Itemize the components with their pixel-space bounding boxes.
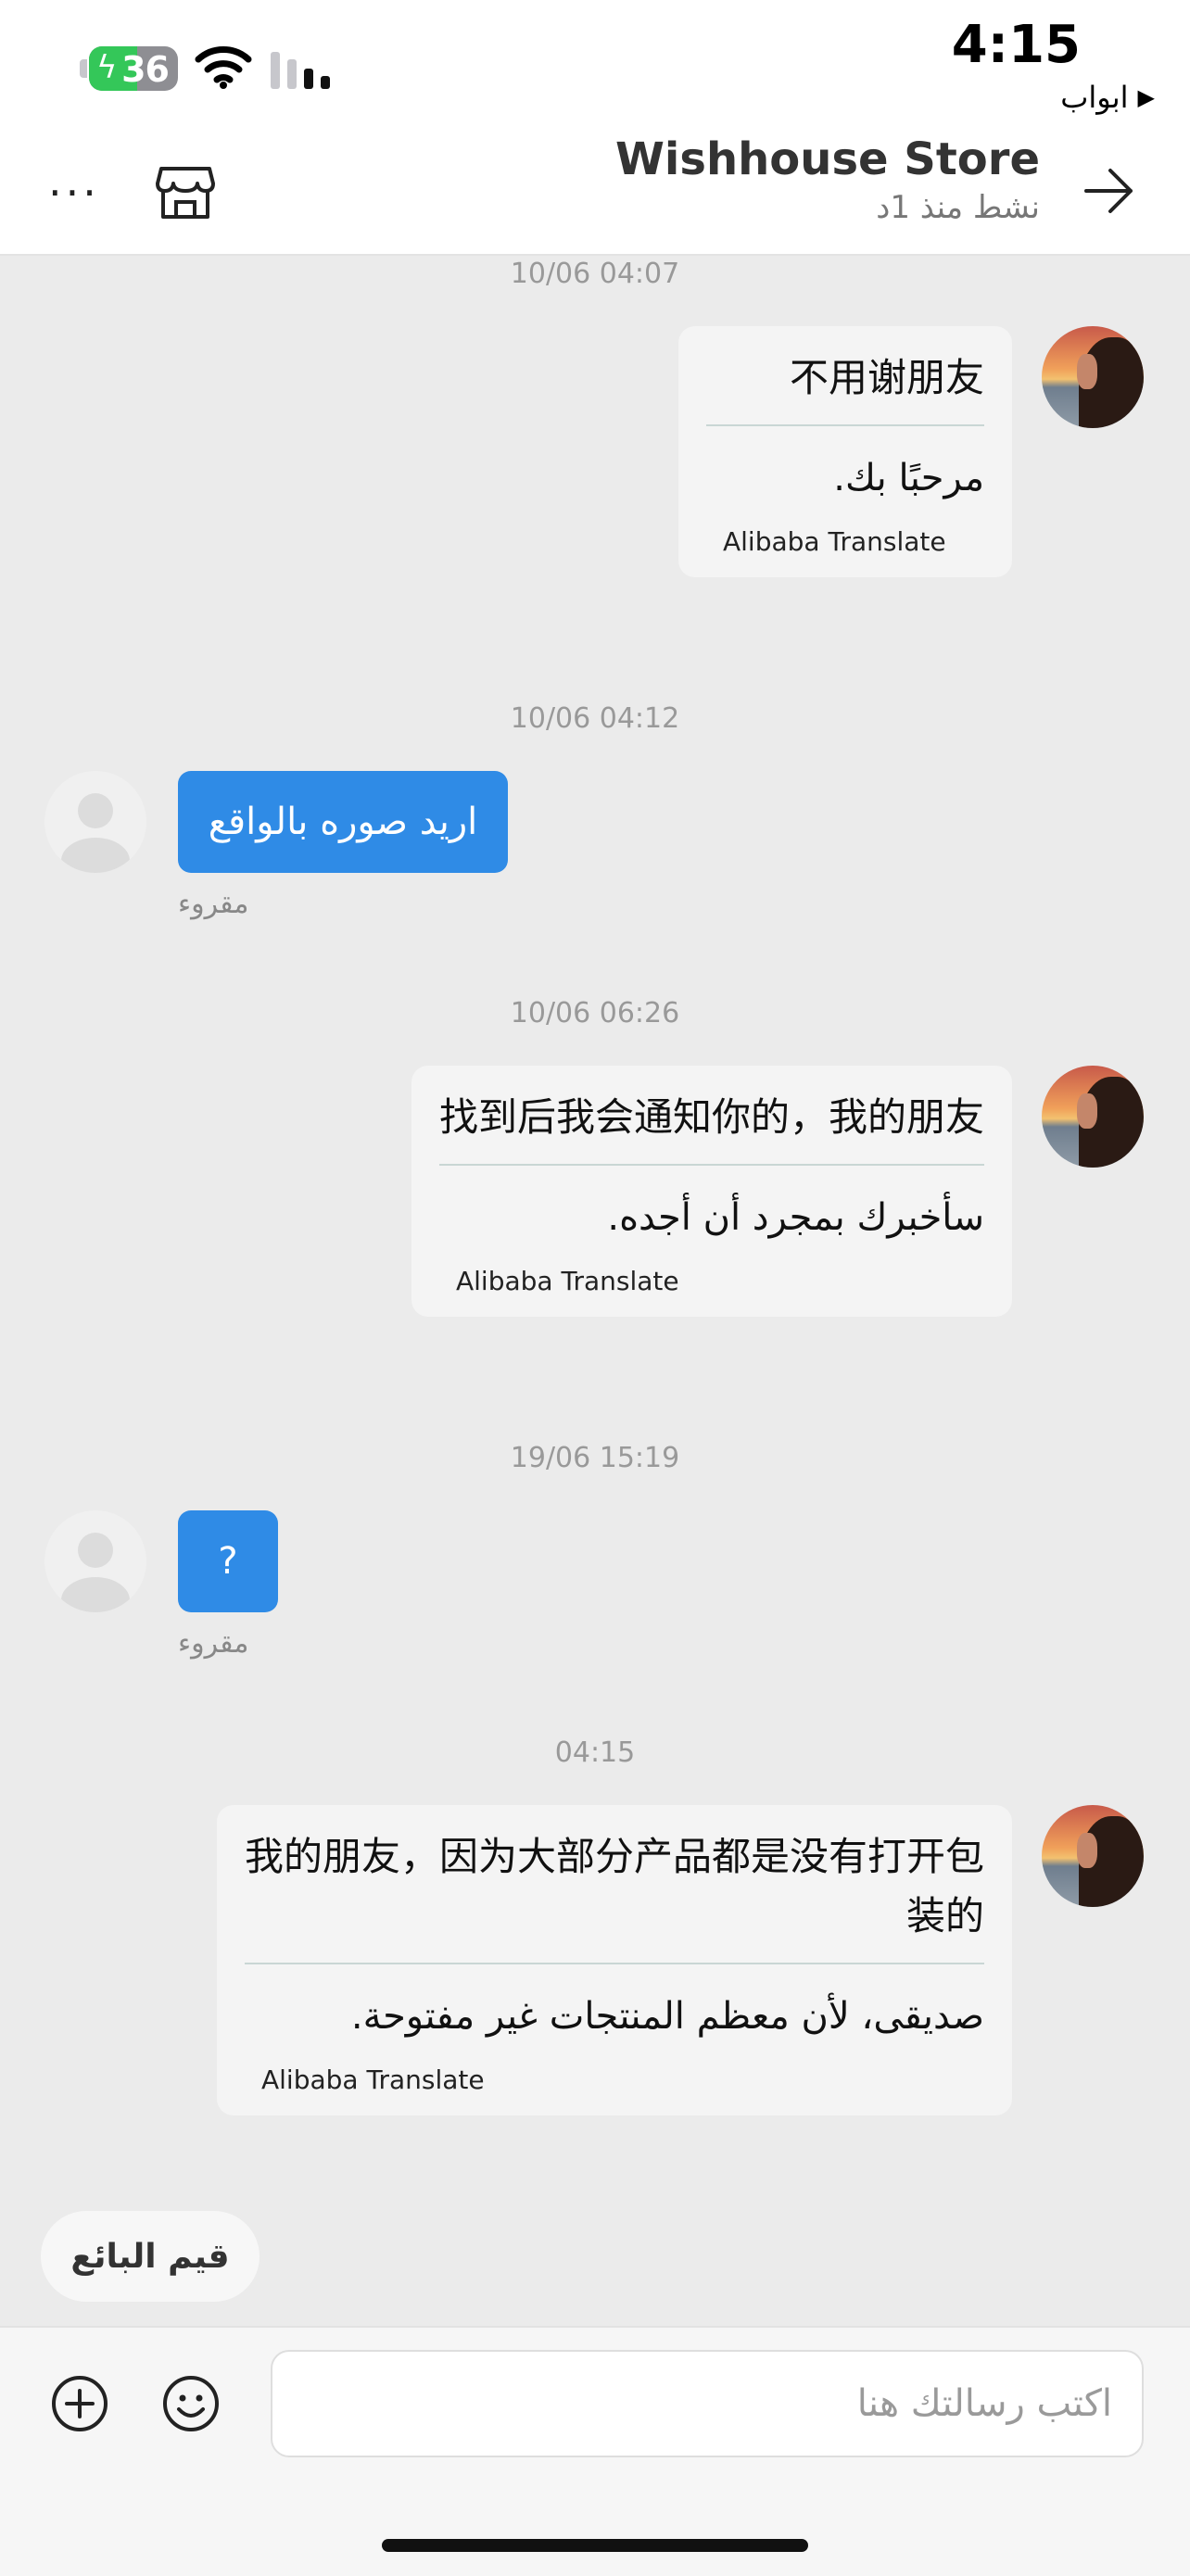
more-options-button[interactable]: ··· — [48, 171, 100, 214]
message-input-container[interactable] — [271, 2350, 1144, 2457]
store-name: Wishhouse Store — [614, 133, 1040, 185]
read-status: مقروء — [178, 1627, 249, 1660]
translated-text: صديقى، لأن معظم المنتجات غير مفتوحة. — [350, 1995, 984, 2038]
message-timestamp: 10/06 04:12 — [510, 702, 680, 735]
seller-avatar — [1042, 1805, 1144, 1907]
original-text: 我的朋友，因为大部分产品都是没有打开包装的 — [245, 1834, 985, 1938]
user-message-bubble[interactable]: ? — [178, 1510, 278, 1612]
seller-message-bubble[interactable]: 我的朋友，因为大部分产品都是没有打开包装的 صديقى، لأن معظم ال… — [217, 1805, 1012, 2115]
message-composer — [0, 2326, 1190, 2576]
plus-circle-icon[interactable] — [50, 2374, 109, 2433]
play-triangle-icon: ▶ — [1137, 84, 1155, 110]
translated-text: سأخبرك بمجرد أن أجده. — [607, 1196, 984, 1239]
rate-seller-button[interactable]: قيم البائع — [41, 2211, 260, 2302]
translate-credit: Alibaba Translate — [261, 2065, 485, 2095]
seller-avatar — [1042, 1066, 1144, 1168]
status-bar: ϟ 36 4:15 ابواب ▶ — [0, 0, 1190, 130]
seller-message-bubble[interactable]: 不用谢朋友 مرحبًا بك. Alibaba Translate — [678, 326, 1012, 577]
wifi-icon — [195, 46, 252, 89]
battery-icon: ϟ 36 — [89, 46, 178, 91]
user-avatar — [44, 1510, 146, 1612]
message-timestamp: 10/06 06:26 — [510, 997, 680, 1029]
more-horizontal-icon: ··· — [48, 168, 100, 218]
message-timestamp: 19/06 15:19 — [510, 1442, 680, 1474]
translate-credit: Alibaba Translate — [723, 526, 946, 557]
battery-level: 36 — [121, 49, 170, 90]
seller-avatar — [1042, 326, 1144, 428]
message-input[interactable] — [272, 2381, 1114, 2426]
read-status: مقروء — [178, 888, 249, 920]
original-text: 找到后我会通知你的，我的朋友 — [439, 1094, 985, 1140]
active-status: نشط منذ 1د — [876, 189, 1040, 226]
back-app-label: ابواب — [1060, 80, 1129, 115]
seller-message-bubble[interactable]: 找到后我会通知你的，我的朋友 سأخبرك بمجرد أن أجده. Ali… — [411, 1066, 1012, 1317]
message-timestamp: 10/06 04:07 — [510, 258, 680, 290]
cellular-signal-icon — [271, 50, 330, 89]
home-indicator[interactable] — [382, 2539, 808, 2552]
user-avatar — [44, 771, 146, 873]
emoji-icon[interactable] — [161, 2374, 221, 2433]
translation-divider — [245, 1963, 984, 1964]
status-time: 4:15 — [951, 15, 1081, 75]
user-message-bubble[interactable]: اريد صوره بالواقع — [178, 771, 508, 873]
arrow-right-icon[interactable] — [1081, 163, 1136, 219]
battery-tip — [80, 59, 87, 78]
charging-bolt-icon: ϟ — [96, 49, 118, 86]
translated-text: مرحبًا بك. — [833, 457, 984, 499]
chat-header: ··· Wishhouse Store نشط منذ 1د — [0, 130, 1190, 256]
original-text: 不用谢朋友 — [789, 355, 984, 400]
store-icon[interactable] — [156, 165, 215, 221]
translate-credit: Alibaba Translate — [456, 1266, 679, 1296]
translation-divider — [439, 1164, 984, 1166]
message-timestamp: 04:15 — [554, 1736, 636, 1769]
back-to-app-link[interactable]: ابواب ▶ — [1060, 80, 1155, 115]
translation-divider — [706, 424, 984, 426]
